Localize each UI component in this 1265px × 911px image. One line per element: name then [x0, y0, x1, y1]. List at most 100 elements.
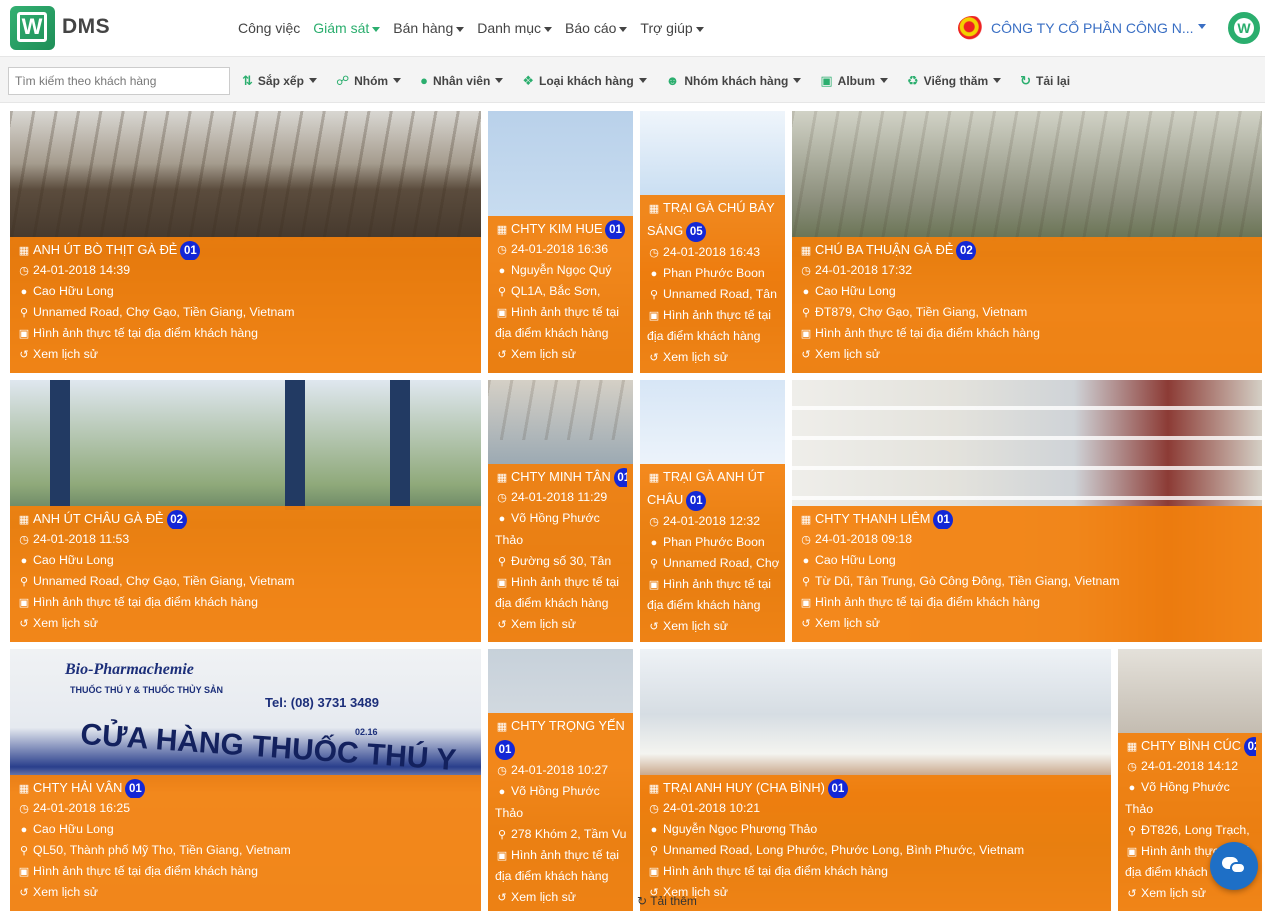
avatar-w-icon: W [1234, 18, 1254, 38]
card-address-row: ⚲ QL50, Thành phố Mỹ Tho, Tiền Giang, Vie… [17, 840, 475, 861]
card-info: ▦ TRẠI GÀ ANH ÚT CHÂU 01 ◷ 24-01-2018 12:32… [640, 464, 785, 642]
filter-visit[interactable]: ♻ Viếng thăm [907, 73, 1002, 89]
card-time-row: ◷ 24-01-2018 12:32 [647, 511, 779, 532]
card-info: ▦ CHTY THANH LIÊM 01 ◷ 24-01-2018 09:18 ● Ca… [792, 506, 1262, 642]
filter-group[interactable]: ☍ Nhóm [336, 73, 402, 89]
history-icon: ↺ [497, 349, 507, 361]
card-title-row[interactable]: ▦ CHÚ BA THUẬN GÀ ĐẺ 02 [799, 239, 1256, 260]
menu-bao-cao[interactable]: Báo cáo [565, 0, 628, 56]
app-logo[interactable]: W [10, 6, 55, 50]
user-avatar[interactable]: W [1228, 12, 1260, 44]
visit-card[interactable]: ▦ TRẠI GÀ ANH ÚT CHÂU 01 ◷ 24-01-2018 12:32… [640, 380, 785, 642]
sign-subtitle: THUỐC THÚ Y & THUỐC THỦY SẢN [70, 685, 224, 695]
card-title-row[interactable]: ▦ CHTY KIM HUE 01 [495, 218, 627, 239]
card-photo-note-row2: địa điểm khách hàng [495, 593, 627, 614]
card-title-row[interactable]: ▦ TRẠI GÀ CHÚ BẢY SÁNG 05 [647, 197, 779, 242]
card-title-row[interactable]: ▦ ANH ÚT BÒ THỊT GÀ ĐẺ 01 [17, 239, 475, 260]
card-staff-row: ● Nguyễn Ngọc Phương Thảo [647, 819, 1105, 840]
map-marker-icon: ⚲ [19, 576, 29, 588]
building-icon: ▦ [800, 245, 812, 257]
card-title-row[interactable]: ▦ CHTY THANH LIÊM 01 [799, 508, 1256, 529]
history-link[interactable]: ↺ Xem lịch sử [495, 344, 627, 365]
card-title-row[interactable]: ▦ ANH ÚT CHÂU GÀ ĐẺ 02 [17, 508, 475, 529]
visit-card[interactable]: Bio-Pharmachemie THUỐC THÚ Y & THUỐC THỦ… [10, 649, 481, 911]
card-title-row[interactable]: ▦ TRẠI ANH HUY (CHA BÌNH) 01 [647, 777, 1105, 798]
menu-danh-muc[interactable]: Danh mục [477, 0, 553, 56]
visit-card[interactable]: ▦ CHÚ BA THUẬN GÀ ĐẺ 02 ◷ 24-01-2018 17:32 … [792, 111, 1262, 373]
visit-card[interactable]: ▦ ANH ÚT CHÂU GÀ ĐẺ 02 ◷ 24-01-2018 11:53 ●… [10, 380, 481, 642]
users-icon: ☻ [665, 73, 680, 88]
history-link[interactable]: ↺ Xem lịch sử [799, 613, 1256, 634]
filter-staff[interactable]: ● Nhân viên [420, 73, 504, 88]
photo-count-badge: 01 [827, 779, 848, 798]
filter-sort[interactable]: ⇅ Sắp xếp [242, 73, 317, 89]
clock-icon: ◷ [19, 534, 29, 546]
user-icon: ● [802, 555, 810, 567]
photo-note: địa điểm khách hàng [495, 869, 609, 883]
menu-giam-sat[interactable]: Giám sát [313, 0, 381, 56]
visit-card[interactable]: ▦ TRẠI GÀ CHÚ BẢY SÁNG 05 ◷ 24-01-2018 16:4… [640, 111, 785, 373]
card-title-row[interactable]: ▦ CHTY TRỌNG YẾN 01 [495, 715, 627, 760]
customer-search-input[interactable] [8, 67, 230, 95]
card-time-row: ◷ 24-01-2018 16:36 [495, 239, 627, 260]
staff-name: Cao Hữu Long [33, 822, 114, 836]
filter-label: Sắp xếp [257, 73, 304, 88]
filter-customer-group[interactable]: ☻ Nhóm khách hàng [666, 73, 802, 88]
address: Unnamed Road, Chợ Gạo, Tiền Giang, Vietn… [33, 305, 295, 319]
visit-card[interactable]: ▦ ANH ÚT BÒ THỊT GÀ ĐẺ 01 ◷ 24-01-2018 14:3… [10, 111, 481, 373]
card-title-row[interactable]: ▦ CHTY HẢI VÂN 01 [17, 777, 475, 798]
filter-customer-type[interactable]: ❖ Loại khách hàng [522, 73, 647, 89]
user-icon: ● [650, 824, 658, 836]
customer-name: CHTY THANH LIÊM [815, 511, 931, 526]
visit-card[interactable]: ▦ CHTY TRỌNG YẾN 01 ◷ 24-01-2018 10:27 ● Võ… [488, 649, 633, 911]
chevron-down-icon [619, 26, 628, 32]
card-title-row[interactable]: ▦ CHTY MINH TÂN 01 [495, 466, 627, 487]
card-time-row: ◷ 24-01-2018 10:27 [495, 760, 627, 781]
visit-card[interactable]: ▦ CHTY KIM HUE 01 ◷ 24-01-2018 16:36 ● Nguyễ… [488, 111, 633, 373]
chat-button[interactable] [1210, 842, 1258, 890]
filter-label: Viếng thăm [923, 73, 989, 88]
visit-card[interactable]: ▦ CHTY THANH LIÊM 01 ◷ 24-01-2018 09:18 ● Ca… [792, 380, 1262, 642]
card-staff-row: ● Cao Hữu Long [17, 281, 475, 302]
filter-album[interactable]: ▣ Album [820, 73, 889, 89]
card-staff-row: ● Nguyễn Ngọc Quý [495, 260, 627, 281]
chevron-down-icon [993, 78, 1002, 83]
history-link[interactable]: ↺ Xem lịch sử [799, 344, 1256, 365]
image-icon: ▣ [496, 307, 508, 319]
card-staff-row: ● Cao Hữu Long [17, 819, 475, 840]
card-title-row[interactable]: ▦ TRẠI GÀ ANH ÚT CHÂU 01 [647, 466, 779, 511]
staff-name: Võ Hồng Phước Thảo [1125, 780, 1230, 816]
history-link[interactable]: ↺ Xem lịch sử [17, 344, 475, 365]
history-link[interactable]: ↺ Xem lịch sử [647, 882, 1105, 903]
map-marker-icon: ⚲ [649, 289, 659, 301]
history-link[interactable]: ↺ Xem lịch sử [495, 614, 627, 635]
logo-w-icon: W [17, 12, 47, 42]
load-more-button[interactable]: ↻ Tải thêm [637, 894, 697, 908]
history-link[interactable]: ↺ Xem lịch sử [495, 887, 627, 908]
address: Unnamed Road, Chợ Gạo, Tiền Giang, Vietn… [33, 574, 295, 588]
history-link[interactable]: ↺ Xem lịch sử [17, 613, 475, 634]
visit-time: 24-01-2018 12:32 [663, 514, 761, 528]
history-link[interactable]: ↺ Xem lịch sử [647, 616, 779, 637]
menu-tro-giup[interactable]: Trợ giúp [640, 0, 704, 56]
history-link[interactable]: ↺ Xem lịch sử [647, 347, 779, 368]
menu-ban-hang[interactable]: Bán hàng [393, 0, 465, 56]
user-icon: ● [20, 286, 28, 298]
menu-cong-viec[interactable]: Công việc [238, 0, 300, 56]
visit-card[interactable]: ▦ TRẠI ANH HUY (CHA BÌNH) 01 ◷ 24-01-2018 1… [640, 649, 1111, 911]
image-icon: ▣ [496, 577, 508, 589]
company-name: CÔNG TY CỔ PHẦN CÔNG N... [991, 20, 1194, 36]
brand-name[interactable]: DMS [62, 15, 110, 39]
photo-note: Hình ảnh thực tế tại [663, 577, 772, 591]
card-photo-note-row: ▣ Hình ảnh thực tế tại [495, 302, 627, 323]
card-title-row[interactable]: ▦CHTY BÌNH CÚC02 [1125, 735, 1256, 756]
company-selector[interactable]: CÔNG TY CỔ PHẦN CÔNG N... [958, 14, 1194, 42]
image-icon: ▣ [800, 597, 812, 609]
customer-name: ANH ÚT BÒ THỊT GÀ ĐẺ [33, 242, 178, 257]
card-address-row: ⚲ ĐT826, Long Trạch, [1125, 820, 1256, 841]
visit-time: 24-01-2018 14:39 [33, 263, 131, 277]
history-link[interactable]: ↺ Xem lịch sử [17, 882, 475, 903]
chevron-down-icon[interactable] [1198, 24, 1206, 29]
visit-card[interactable]: ▦ CHTY MINH TÂN 01 ◷ 24-01-2018 11:29 ● Võ H… [488, 380, 633, 642]
reload-button[interactable]: ↻ Tải lại [1020, 73, 1070, 89]
